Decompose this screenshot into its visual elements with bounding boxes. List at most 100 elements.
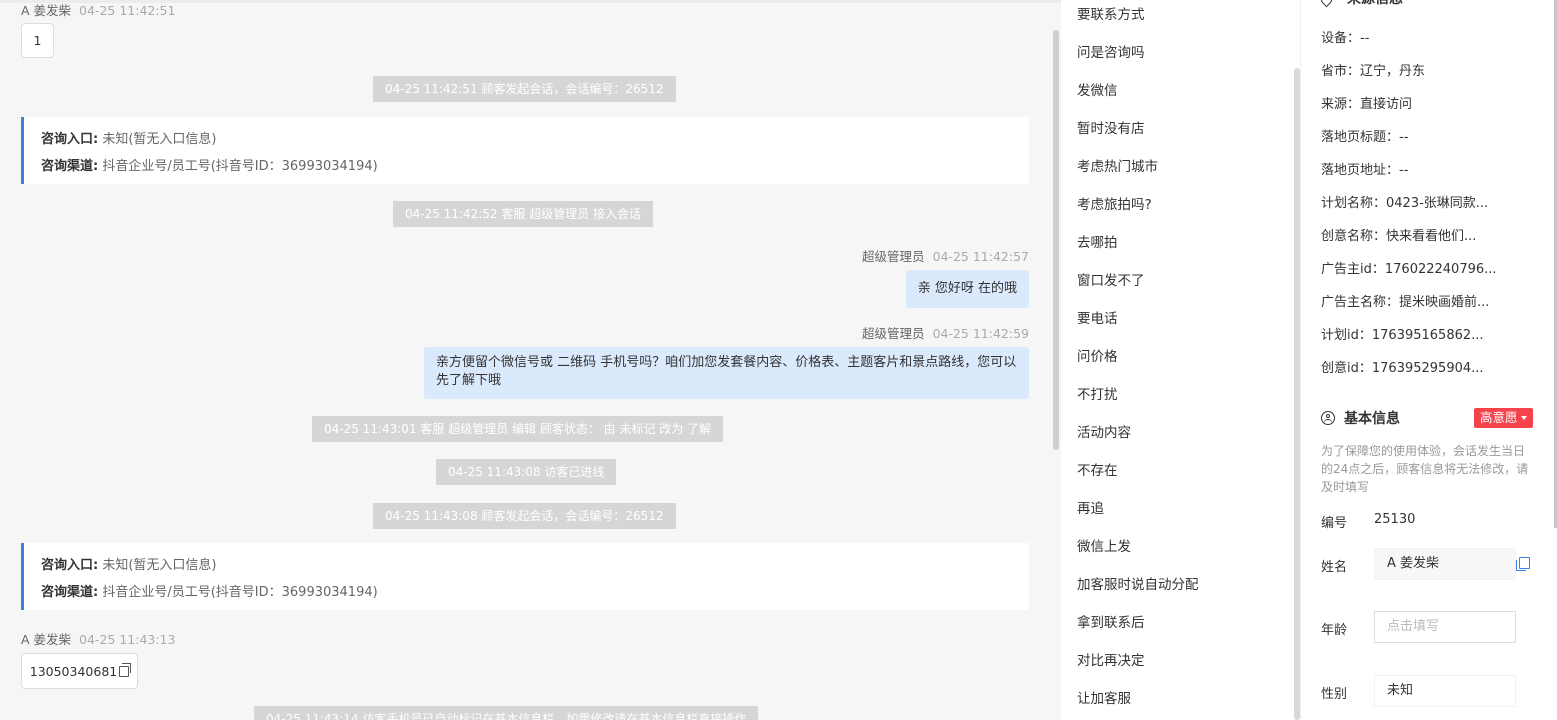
row-label: 计划id： (1321, 328, 1372, 343)
location-pin-icon (1318, 0, 1335, 8)
sender-name: 超级管理员 (862, 249, 925, 264)
row-label: 创意名称： (1321, 229, 1387, 244)
number-label: 编号 (1321, 516, 1348, 531)
quick-reply-item[interactable]: 去哪拍 (1077, 231, 1118, 251)
gender-label: 性别 (1321, 687, 1348, 702)
quick-reply-item[interactable]: 再追 (1077, 497, 1104, 517)
row-value: 快来看看他们... (1386, 229, 1477, 244)
row-value: -- (1399, 163, 1409, 178)
consult-entry-value: 未知(暂无入口信息) (102, 132, 217, 147)
number-value: 25130 (1374, 512, 1416, 527)
row-value: 直接访问 (1360, 97, 1413, 112)
source-row-region: 省市：辽宁，丹东 (1321, 60, 1425, 79)
user-icon (1321, 411, 1335, 425)
row-label: 省市： (1321, 64, 1361, 79)
basic-info-header: 基本信息 (1321, 408, 1400, 428)
row-label: 设备： (1321, 31, 1361, 46)
row-label: 创意id： (1321, 361, 1372, 376)
name-field[interactable]: A 姜发柴 (1374, 548, 1516, 580)
quick-reply-item[interactable]: 考虑热门城市 (1077, 155, 1158, 175)
consult-channel-value: 抖音企业号/员工号(抖音号ID：36993034194) (102, 159, 378, 174)
quick-reply-scrollbar[interactable] (1294, 68, 1300, 720)
sender-name: 超级管理员 (862, 326, 925, 341)
source-row-creative-name: 创意名称：快来看看他们... (1321, 225, 1476, 244)
agent-message[interactable]: 亲 您好呀 在的哦 (905, 270, 1029, 308)
system-message: 04-25 11:43:14 访客手机号已自动标记在基本信息栏，如需修改请在基本… (254, 706, 759, 720)
consult-entry-row: 咨询入口: 未知(暂无入口信息) (41, 126, 1029, 153)
message-meta: 超级管理员 04-25 11:42:59 (862, 323, 1029, 342)
row-label: 计划名称： (1321, 196, 1387, 211)
source-row-device: 设备：-- (1321, 27, 1369, 46)
message-text: 13050340681 (29, 663, 118, 679)
system-message: 04-25 11:43:08 顾客发起会话，会话编号：26512 (373, 503, 676, 529)
quick-reply-item[interactable]: 要联系方式 (1077, 3, 1145, 23)
agent-message[interactable]: 亲方便留个微信号或 二维码 手机号吗？咱们加您发套餐内容、价格表、主题客片和景点… (424, 347, 1029, 399)
row-label: 落地页标题： (1321, 130, 1400, 145)
consult-channel-row: 咨询渠道: 抖音企业号/员工号(抖音号ID：36993034194) (41, 153, 1029, 180)
quick-reply-item[interactable]: 问是咨询吗 (1077, 41, 1145, 61)
chat-scrollbar[interactable] (1053, 30, 1059, 450)
consult-entry-label: 咨询入口: (41, 132, 99, 147)
source-row-landing-url: 落地页地址：-- (1321, 159, 1408, 178)
system-message: 04-25 11:42:51 顾客发起会话，会话编号：26512 (373, 76, 676, 102)
quick-reply-item[interactable]: 要电话 (1077, 307, 1118, 327)
message-time: 04-25 11:42:51 (79, 3, 176, 18)
consult-info-card: 咨询入口: 未知(暂无入口信息) 咨询渠道: 抖音企业号/员工号(抖音号ID：3… (21, 117, 1029, 184)
gender-select[interactable]: 未知 (1374, 675, 1516, 707)
source-row-advertiser-name: 广告主名称：提米映画婚前... (1321, 291, 1489, 310)
row-value: 176022240796... (1384, 262, 1497, 277)
name-label: 姓名 (1321, 560, 1348, 575)
sender-name: A 姜发柴 (21, 3, 72, 18)
source-row-creative-id: 创意id：176395295904... (1321, 357, 1484, 376)
message-text: 亲方便留个微信号或 二维码 手机号吗？咱们加您发套餐内容、价格表、主题客片和景点… (436, 355, 1017, 388)
customer-message[interactable]: 1 (21, 23, 54, 58)
consult-entry-row: 咨询入口: 未知(暂无入口信息) (41, 552, 1029, 579)
consult-channel-value: 抖音企业号/员工号(抖音号ID：36993034194) (102, 585, 378, 600)
quick-reply-item[interactable]: 让加客服 (1077, 687, 1131, 707)
message-meta: A 姜发柴 04-25 11:43:13 (21, 629, 175, 648)
message-time: 04-25 11:43:13 (79, 632, 176, 647)
message-time: 04-25 11:42:57 (932, 249, 1029, 264)
chat-panel: A 姜发柴 04-25 11:42:51 1 04-25 11:42:51 顾客发… (0, 0, 1061, 720)
source-row-advertiser-id: 广告主id：176022240796... (1321, 258, 1497, 277)
quick-reply-item[interactable]: 拿到联系后 (1077, 611, 1145, 631)
quick-reply-item[interactable]: 暂时没有店 (1077, 117, 1145, 137)
quick-reply-item[interactable]: 不打扰 (1077, 383, 1118, 403)
sender-name: A 姜发柴 (21, 632, 72, 647)
source-row-plan-id: 计划id：176395165862... (1321, 324, 1484, 343)
copy-icon[interactable] (1516, 557, 1530, 571)
source-row-source: 来源：直接访问 (1321, 93, 1412, 112)
copy-icon[interactable] (119, 662, 132, 677)
age-label: 年龄 (1321, 623, 1348, 638)
age-input[interactable]: 点击填写 (1374, 611, 1516, 643)
message-meta: 超级管理员 04-25 11:42:57 (862, 246, 1029, 265)
quick-reply-item[interactable]: 窗口发不了 (1077, 269, 1145, 289)
row-label: 广告主id： (1321, 262, 1385, 277)
message-time: 04-25 11:42:59 (932, 326, 1029, 341)
basic-info-title: 基本信息 (1344, 411, 1400, 427)
quick-reply-item[interactable]: 对比再决定 (1077, 649, 1145, 669)
source-row-plan-name: 计划名称：0423-张琳同款... (1321, 192, 1488, 211)
consult-info-card: 咨询入口: 未知(暂无入口信息) 咨询渠道: 抖音企业号/员工号(抖音号ID：3… (21, 543, 1029, 610)
system-message: 04-25 11:43:01 客服 超级管理员 编辑 顾客状态： 由 未标记 改… (312, 416, 724, 442)
row-value: 176395165862... (1371, 328, 1484, 343)
row-value: -- (1360, 31, 1370, 46)
edit-notice: 为了保障您的使用体验，会话发生当日的24点之后，顾客信息将无法修改，请及时填写 (1321, 444, 1529, 494)
customer-message[interactable]: 13050340681 (21, 653, 138, 689)
row-value: -- (1399, 130, 1409, 145)
quick-reply-item[interactable]: 加客服时说自动分配 (1077, 573, 1199, 593)
quick-reply-item[interactable]: 微信上发 (1077, 535, 1131, 555)
quick-reply-item[interactable]: 活动内容 (1077, 421, 1131, 441)
quick-reply-item[interactable]: 不存在 (1077, 459, 1118, 479)
row-label: 来源： (1321, 97, 1361, 112)
quick-reply-item[interactable]: 问价格 (1077, 345, 1118, 365)
message-meta: A 姜发柴 04-25 11:42:51 (21, 0, 175, 19)
row-value: 提米映画婚前... (1399, 295, 1490, 310)
customer-info-panel: 来源信息 设备：-- 省市：辽宁，丹东 来源：直接访问 落地页标题：-- 落地页… (1301, 0, 1557, 720)
consult-entry-label: 咨询入口: (41, 558, 99, 573)
intent-badge[interactable]: 高意愿 (1474, 408, 1533, 428)
quick-reply-item[interactable]: 发微信 (1077, 79, 1118, 99)
source-info-title: 来源信息 (1347, 0, 1403, 8)
quick-reply-item[interactable]: 考虑旅拍吗? (1077, 193, 1152, 213)
system-message: 04-25 11:42:52 客服 超级管理员 接入会话 (393, 201, 654, 227)
